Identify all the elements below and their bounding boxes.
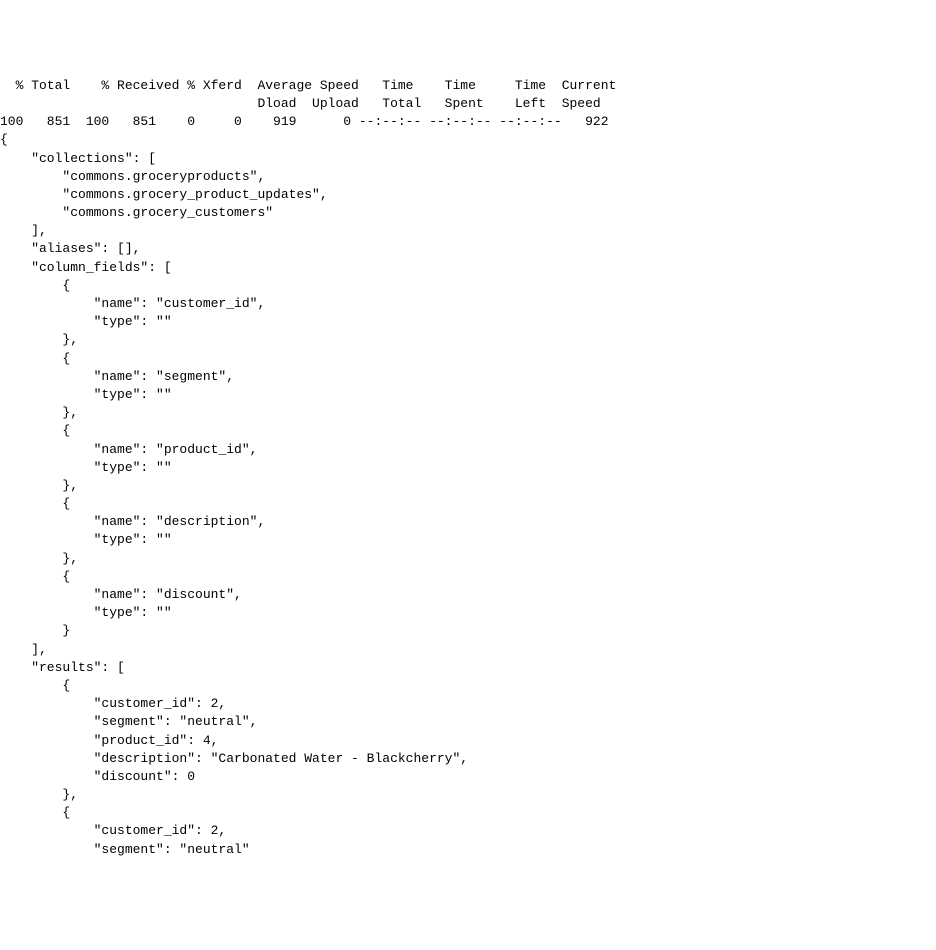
json-field-type: "type": "" [0,387,172,402]
json-object-close: }, [0,478,78,493]
json-result-customer-id: "customer_id": 2, [0,696,226,711]
json-collection-item: "commons.grocery_customers" [0,205,273,220]
json-open-brace: { [0,132,8,147]
json-aliases: "aliases": [], [0,241,140,256]
json-field-name: "name": "product_id", [0,442,257,457]
json-collections-close: ], [0,223,47,238]
json-collection-item: "commons.groceryproducts", [0,169,265,184]
json-result-segment: "segment": "neutral" [0,842,250,857]
json-object-open: { [0,569,70,584]
json-field-type: "type": "" [0,314,172,329]
json-object-close: } [0,623,70,638]
json-field-type: "type": "" [0,532,172,547]
json-field-name: "name": "description", [0,514,265,529]
json-field-type: "type": "" [0,460,172,475]
json-result-description: "description": "Carbonated Water - Black… [0,751,468,766]
json-field-type: "type": "" [0,605,172,620]
json-object-close: }, [0,551,78,566]
json-object-open: { [0,278,70,293]
json-collection-item: "commons.grocery_product_updates", [0,187,328,202]
json-results-key: "results": [ [0,660,125,675]
json-result-customer-id: "customer_id": 2, [0,823,226,838]
json-column-fields-key: "column_fields": [ [0,260,172,275]
json-object-open: { [0,496,70,511]
curl-progress-header-2: Dload Upload Total Spent Left Speed [0,96,601,111]
json-field-name: "name": "discount", [0,587,242,602]
json-collections-key: "collections": [ [0,151,156,166]
json-field-name: "name": "customer_id", [0,296,265,311]
json-result-product-id: "product_id": 4, [0,733,218,748]
json-object-close: }, [0,787,78,802]
curl-progress-header-1: % Total % Received % Xferd Average Speed… [0,78,616,93]
curl-progress-values: 100 851 100 851 0 0 919 0 --:--:-- --:--… [0,114,609,129]
terminal-output: % Total % Received % Xferd Average Speed… [0,77,936,859]
json-object-close: }, [0,405,78,420]
json-field-name: "name": "segment", [0,369,234,384]
json-object-open: { [0,423,70,438]
json-column-fields-close: ], [0,642,47,657]
json-result-discount: "discount": 0 [0,769,195,784]
json-object-open: { [0,351,70,366]
json-object-open: { [0,805,70,820]
json-result-segment: "segment": "neutral", [0,714,257,729]
json-object-close: }, [0,332,78,347]
json-object-open: { [0,678,70,693]
